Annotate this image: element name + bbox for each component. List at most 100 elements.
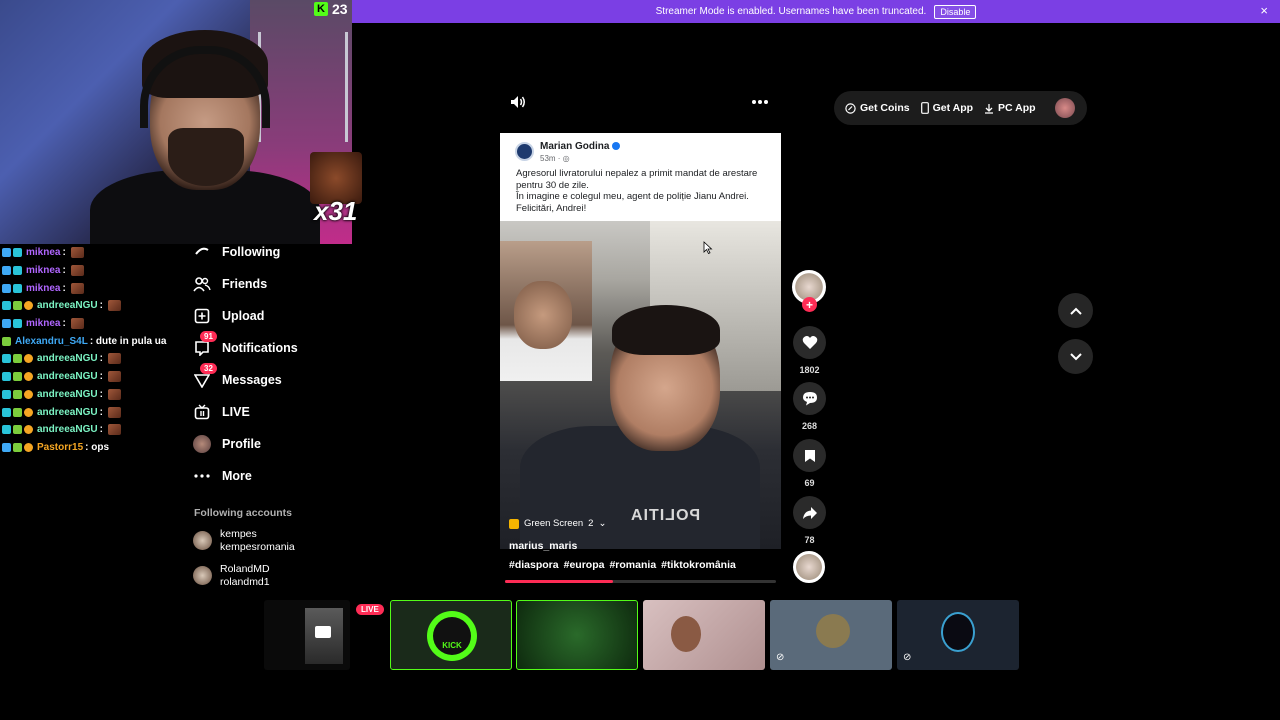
chat-username[interactable]: miknea xyxy=(26,247,60,258)
chat-username[interactable]: andreeaNGU xyxy=(37,389,98,400)
chat-badge-icon xyxy=(2,301,11,311)
following-account[interactable]: RolandMD rolandmd1 xyxy=(193,563,270,588)
viewer-count-value: 23 xyxy=(332,1,348,17)
chat-text: : xyxy=(62,282,66,294)
follow-button[interactable]: + xyxy=(802,297,817,312)
chat-emote-icon xyxy=(107,300,121,312)
friends-icon xyxy=(193,275,211,293)
music-avatar[interactable] xyxy=(793,551,825,583)
following-account[interactable]: kempes kempesromania xyxy=(193,528,295,553)
video-progress-fill xyxy=(505,580,614,583)
download-icon xyxy=(985,103,994,114)
chat-emote-icon xyxy=(107,406,121,418)
get-coins-label: Get Coins xyxy=(860,102,910,114)
sidebar-item-following[interactable]: Following xyxy=(193,236,353,268)
user-avatar[interactable] xyxy=(1054,98,1075,118)
chat-username[interactable]: Pastorr15 xyxy=(37,442,83,453)
chat-text: : xyxy=(99,371,103,383)
video-author[interactable]: marius_maris xyxy=(509,540,577,552)
chat-badge-icon xyxy=(13,389,22,399)
video-player[interactable]: Marian Godina 53m · ◎ Agresorul livrator… xyxy=(500,133,781,549)
close-icon[interactable]: × xyxy=(1260,3,1268,18)
video-progress-bar[interactable] xyxy=(505,580,776,583)
chat-username[interactable]: andreeaNGU xyxy=(37,371,98,382)
following-icon xyxy=(193,243,211,261)
muted-icon: ⊘ xyxy=(776,652,785,663)
sidebar-item-upload[interactable]: Upload xyxy=(193,300,353,332)
chat-text: : xyxy=(99,353,103,365)
share-button[interactable] xyxy=(793,496,826,529)
chat-badge-icon xyxy=(24,389,33,399)
volume-icon[interactable] xyxy=(509,93,527,111)
chat-emote-icon xyxy=(70,247,84,259)
chat-username[interactable]: andreeaNGU xyxy=(37,407,98,418)
chat-username[interactable]: andreeaNGU xyxy=(37,300,98,311)
hidden-icon: ⊘ xyxy=(903,652,912,663)
sidebar-item-label: Upload xyxy=(222,309,265,323)
chat-message: andreeaNGU: xyxy=(2,386,192,404)
chat-badge-icon xyxy=(24,372,33,382)
next-video-button[interactable] xyxy=(1058,339,1093,374)
chat-username[interactable]: andreeaNGU xyxy=(37,424,98,435)
sidebar-item-notifications[interactable]: 91 Notifications xyxy=(193,331,353,364)
chat-badge-icon xyxy=(13,354,22,364)
hashtag-link[interactable]: #diaspora xyxy=(509,559,559,571)
chat-username[interactable]: andreeaNGU xyxy=(37,353,98,364)
chat-username[interactable]: miknea xyxy=(26,283,60,294)
comment-count: 268 xyxy=(801,421,818,431)
chevron-down-icon xyxy=(1069,352,1082,360)
sidebar-item-label: Friends xyxy=(222,277,268,291)
scene-thumbnail[interactable]: KICK xyxy=(390,600,512,670)
video-more-options-icon[interactable] xyxy=(751,92,769,110)
sidebar-item-more[interactable]: More xyxy=(193,460,353,492)
save-button[interactable] xyxy=(793,439,826,472)
mouse-cursor-icon xyxy=(703,241,713,254)
picture-in-picture xyxy=(500,241,592,381)
scene-thumbnail[interactable] xyxy=(516,600,638,670)
chat-message: Alexandru_S4L: dute in pula ua xyxy=(2,332,192,350)
chat-badge-icon xyxy=(2,354,11,364)
get-app-button[interactable]: Get App xyxy=(920,102,973,114)
sidebar-item-messages[interactable]: 32 Messages xyxy=(193,363,353,396)
chat-username[interactable]: miknea xyxy=(26,265,60,276)
scene-thumbnail[interactable] xyxy=(264,600,350,670)
chat-username[interactable]: miknea xyxy=(26,318,60,329)
hashtag-link[interactable]: #europa xyxy=(564,559,605,571)
chat-emote-icon xyxy=(107,353,121,365)
phone-icon xyxy=(920,102,929,114)
chat-text: : xyxy=(62,318,66,330)
live-icon xyxy=(193,403,211,421)
chat-badge-icon xyxy=(2,336,11,346)
disable-streamer-mode-button[interactable]: Disable xyxy=(934,4,977,19)
chat-badge-icon xyxy=(13,407,22,417)
scene-thumbnail[interactable] xyxy=(643,600,765,670)
pc-app-button[interactable]: PC App xyxy=(984,102,1036,114)
account-handle: rolandmd1 xyxy=(220,575,270,588)
sidebar-item-live[interactable]: LIVE xyxy=(193,396,353,428)
like-button[interactable] xyxy=(793,326,826,359)
hashtag-link[interactable]: #romania xyxy=(609,559,656,571)
chat-badge-icon xyxy=(2,283,11,293)
hashtag-link[interactable]: #tiktokromânia xyxy=(661,559,736,571)
scene-thumbnail[interactable]: ⊘ xyxy=(770,600,892,670)
chat-username[interactable]: Alexandru_S4L xyxy=(15,336,88,347)
chat-badge-icon xyxy=(2,248,11,258)
sidebar-item-friends[interactable]: Friends xyxy=(193,268,353,300)
chat-emote-icon xyxy=(70,265,84,277)
chat-badge-icon xyxy=(24,301,33,311)
live-badge: LIVE xyxy=(356,604,384,615)
get-coins-button[interactable]: Get Coins xyxy=(845,102,910,114)
previous-video-button[interactable] xyxy=(1058,293,1093,328)
kick-logo-icon: K xyxy=(314,2,328,16)
account-name: kempes xyxy=(220,528,257,540)
comment-button[interactable] xyxy=(793,382,826,415)
save-count: 69 xyxy=(804,478,815,488)
avatar xyxy=(193,566,212,585)
scene-thumbnail[interactable]: ⊘ xyxy=(897,600,1019,670)
chevron-up-icon xyxy=(1069,307,1082,315)
chat-badge-icon xyxy=(2,407,11,417)
sidebar-item-label: Following xyxy=(222,245,281,259)
facebook-post-card: Marian Godina 53m · ◎ Agresorul livrator… xyxy=(500,133,781,221)
sidebar-item-profile[interactable]: Profile xyxy=(193,428,353,460)
effect-label[interactable]: Green Screen 2 ⌄ xyxy=(509,518,606,529)
